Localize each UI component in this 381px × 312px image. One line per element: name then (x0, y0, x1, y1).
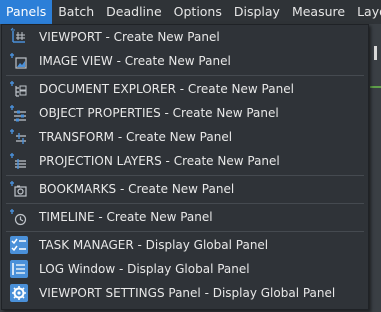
background-app-area (370, 24, 381, 312)
projection-layers-icon (9, 151, 29, 171)
menu-options-label: Options (173, 4, 222, 19)
menu-item-label: DOCUMENT EXPLORER - Create New Panel (39, 82, 294, 96)
menu-display[interactable]: Display (228, 0, 286, 24)
menu-item-task-manager[interactable]: TASK MANAGER - Display Global Panel (2, 233, 368, 257)
menu-item-log-window[interactable]: LOG Window - Display Global Panel (2, 257, 368, 281)
task-manager-icon (9, 235, 29, 255)
menu-deadline-label: Deadline (106, 4, 162, 19)
bookmarks-icon (9, 179, 29, 199)
menu-batch[interactable]: Batch (52, 0, 100, 24)
menu-item-label: TRANSFORM - Create New Panel (39, 130, 233, 144)
menu-separator (6, 175, 364, 176)
menu-measure-label: Measure (291, 4, 346, 19)
background-marker (374, 46, 377, 60)
viewport-settings-icon (9, 283, 29, 303)
image-view-icon (9, 51, 29, 71)
menu-display-label: Display (233, 4, 280, 19)
menu-item-label: BOOKMARKS - Create New Panel (39, 182, 235, 196)
menu-item-label: OBJECT PROPERTIES - Create New Panel (39, 106, 279, 120)
menu-item-label: LOG Window - Display Global Panel (39, 262, 250, 276)
panels-dropdown-menu: VIEWPORT - Create New Panel IMAGE VIEW -… (1, 24, 369, 310)
menu-separator (6, 231, 364, 232)
menu-panels[interactable]: Panels (0, 0, 53, 24)
menu-item-image-view[interactable]: IMAGE VIEW - Create New Panel (2, 49, 368, 73)
transform-icon (9, 127, 29, 147)
timeline-icon (9, 207, 29, 227)
viewport-icon (9, 27, 29, 47)
menu-item-viewport-settings[interactable]: VIEWPORT SETTINGS Panel - Display Global… (2, 281, 368, 305)
document-explorer-icon (9, 79, 29, 99)
menu-item-document-explorer[interactable]: DOCUMENT EXPLORER - Create New Panel (2, 77, 368, 101)
menu-item-transform[interactable]: TRANSFORM - Create New Panel (2, 125, 368, 149)
menu-item-timeline[interactable]: TIMELINE - Create New Panel (2, 205, 368, 229)
menu-item-label: PROJECTION LAYERS - Create New Panel (39, 154, 280, 168)
menu-item-label: IMAGE VIEW - Create New Panel (39, 54, 231, 68)
background-green-line (370, 86, 381, 88)
menu-panels-label: Panels (6, 4, 47, 19)
log-window-icon (9, 259, 29, 279)
menu-item-label: VIEWPORT SETTINGS Panel - Display Global… (39, 286, 336, 300)
menu-layout-label: Layout (357, 4, 381, 19)
menu-separator (6, 75, 364, 76)
menu-separator (6, 203, 364, 204)
menu-item-label: VIEWPORT - Create New Panel (39, 30, 220, 44)
menu-batch-label: Batch (58, 4, 95, 19)
menu-item-projection-layers[interactable]: PROJECTION LAYERS - Create New Panel (2, 149, 368, 173)
menu-item-bookmarks[interactable]: BOOKMARKS - Create New Panel (2, 177, 368, 201)
menu-item-label: TIMELINE - Create New Panel (39, 210, 213, 224)
menu-layout[interactable]: Layout (351, 0, 381, 24)
menu-bar: Panels Batch Deadline Options Display Me… (0, 0, 381, 24)
menu-deadline[interactable]: Deadline (100, 0, 167, 24)
menu-item-label: TASK MANAGER - Display Global Panel (39, 238, 269, 252)
menu-item-object-properties[interactable]: OBJECT PROPERTIES - Create New Panel (2, 101, 368, 125)
menu-measure[interactable]: Measure (286, 0, 351, 24)
menu-item-viewport[interactable]: VIEWPORT - Create New Panel (2, 25, 368, 49)
menu-options[interactable]: Options (168, 0, 228, 24)
object-properties-icon (9, 103, 29, 123)
